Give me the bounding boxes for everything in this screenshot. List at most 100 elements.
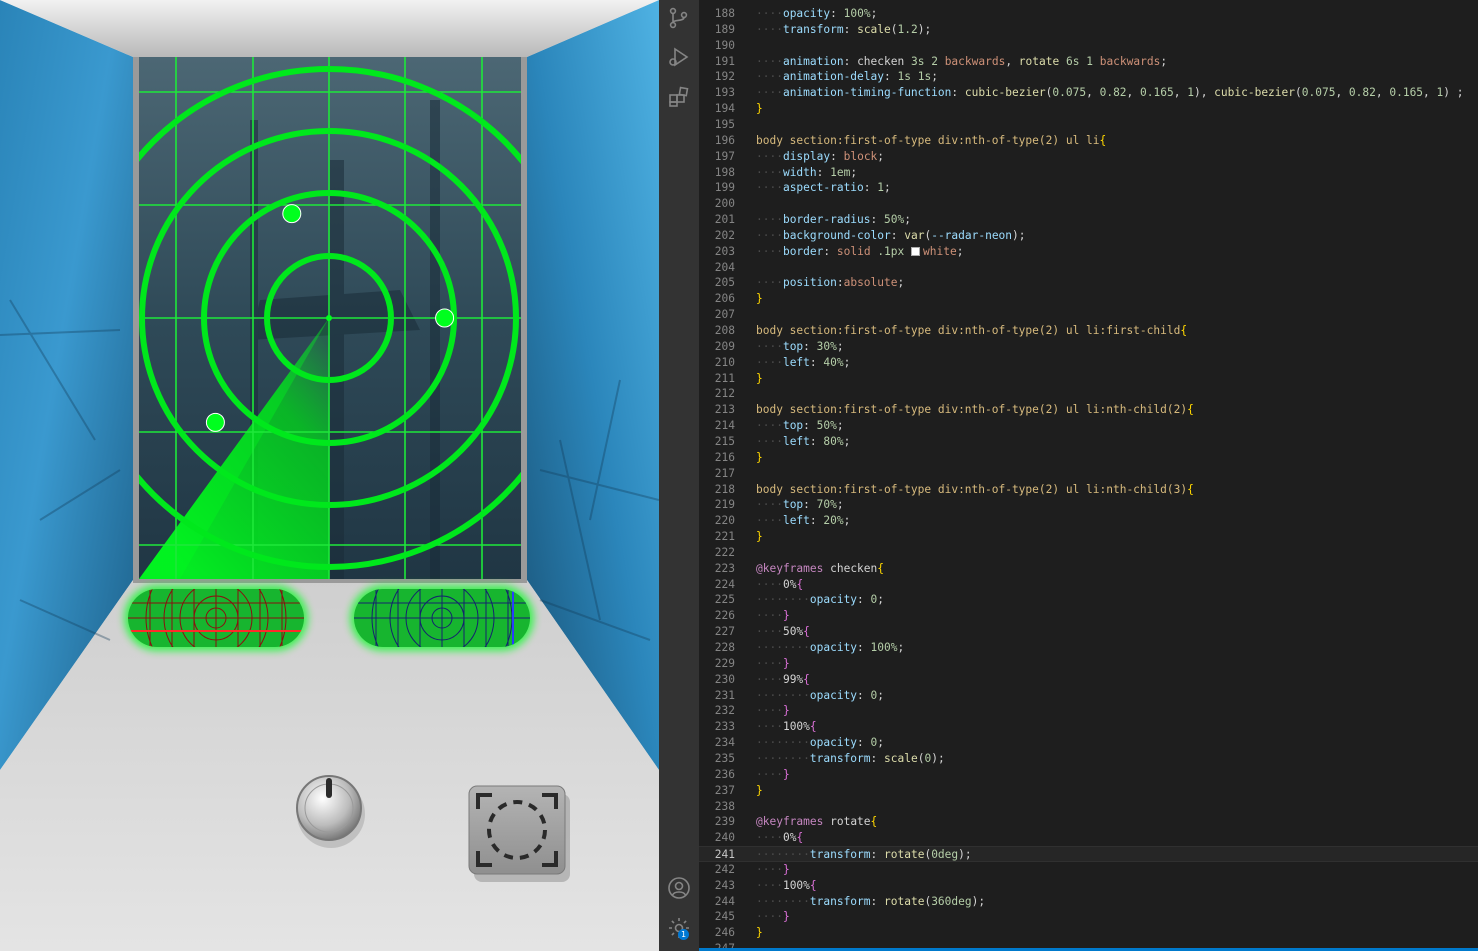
code-line[interactable]: 191 ····animation: checken 3s 2 backwards… bbox=[699, 54, 1478, 70]
code-line[interactable]: 235 ········transform: scale(0); bbox=[699, 751, 1478, 767]
line-source: ········opacity: 0; bbox=[756, 688, 885, 702]
code-line[interactable]: 189 ····transform: scale(1.2); bbox=[699, 22, 1478, 38]
code-line[interactable]: 243 ····100%{ bbox=[699, 878, 1478, 894]
line-number: 242 bbox=[714, 862, 735, 876]
code-line[interactable]: 204 bbox=[699, 260, 1478, 276]
code-line[interactable]: 219 ····top: 70%; bbox=[699, 497, 1478, 513]
code-line[interactable]: 224 ····0%{ bbox=[699, 577, 1478, 593]
code-line[interactable]: 194} bbox=[699, 101, 1478, 117]
browser-preview bbox=[0, 0, 659, 951]
line-source: body section:first-of-type div:nth-of-ty… bbox=[756, 324, 1188, 337]
line-number: 220 bbox=[714, 514, 735, 528]
code-line[interactable]: 208 body section:first-of-type div:nth-of… bbox=[699, 323, 1478, 339]
line-source: ········transform: rotate(360deg); bbox=[756, 894, 986, 908]
code-line[interactable]: 246} bbox=[699, 925, 1478, 941]
code-line[interactable]: 201 ····border-radius: 50%; bbox=[699, 212, 1478, 228]
code-line[interactable]: 232 ····} bbox=[699, 703, 1478, 719]
line-number: 229 bbox=[714, 656, 735, 670]
line-source: ········opacity: 0; bbox=[756, 593, 885, 607]
code-line[interactable]: 218 body section:first-of-type div:nth-of… bbox=[699, 482, 1478, 498]
code-line[interactable]: 238 bbox=[699, 799, 1478, 815]
code-line[interactable]: 241 ········transform: rotate(0deg); bbox=[699, 846, 1478, 863]
line-source: } bbox=[756, 102, 763, 116]
code-line[interactable]: 193 ····animation-timing-function: cubic-… bbox=[699, 85, 1478, 101]
code-line[interactable]: 192 ····animation-delay: 1s 1s; bbox=[699, 69, 1478, 85]
scan-button-icon[interactable] bbox=[468, 785, 570, 882]
line-source: body section:first-of-type div:nth-of-ty… bbox=[756, 133, 1107, 147]
line-number: 228 bbox=[714, 641, 735, 654]
code-line[interactable]: 240 ····0%{ bbox=[699, 830, 1478, 846]
code-pane[interactable]: 188 ····opacity: 100%; 189 ····transform: s… bbox=[699, 0, 1478, 951]
extensions-icon[interactable] bbox=[667, 85, 691, 109]
code-line[interactable]: 202 ····background-color: var(--radar-neo… bbox=[699, 228, 1478, 244]
code-line[interactable]: 221} bbox=[699, 529, 1478, 545]
line-source: } bbox=[756, 783, 763, 797]
code-line[interactable]: 190 bbox=[699, 38, 1478, 54]
code-line[interactable]: 236 ····} bbox=[699, 767, 1478, 783]
line-source: } bbox=[756, 292, 763, 306]
line-number: 207 bbox=[714, 308, 735, 322]
code-line[interactable]: 196 body section:first-of-type div:nth-of… bbox=[699, 133, 1478, 149]
code-line[interactable]: 237} bbox=[699, 783, 1478, 799]
source-control-icon[interactable] bbox=[667, 6, 691, 30]
code-editor: 1 188 ····opacity: 100%; 189 ····transform:… bbox=[659, 0, 1478, 951]
run-debug-icon[interactable] bbox=[667, 45, 691, 69]
code-line[interactable]: 228 ········opacity: 100%; bbox=[699, 640, 1478, 656]
line-number: 214 bbox=[714, 419, 735, 433]
code-line[interactable]: 244 ········transform: rotate(360deg); bbox=[699, 894, 1478, 910]
line-number: 216 bbox=[714, 450, 735, 464]
line-number: 188 bbox=[714, 7, 735, 20]
line-number: 201 bbox=[714, 213, 735, 227]
code-line[interactable]: 216} bbox=[699, 450, 1478, 466]
line-source: ····display: block; bbox=[756, 149, 885, 163]
code-line[interactable]: 197 ····display: block; bbox=[699, 149, 1478, 165]
code-line[interactable]: 230 ····99%{ bbox=[699, 672, 1478, 688]
manage-gear-icon[interactable]: 1 bbox=[667, 916, 691, 940]
line-number: 192 bbox=[714, 70, 735, 84]
line-source: ····left: 80%; bbox=[756, 434, 851, 448]
code-line[interactable]: 239 @keyframes rotate{ bbox=[699, 814, 1478, 830]
line-source: ····opacity: 100%; bbox=[756, 7, 878, 20]
code-line[interactable]: 210 ····left: 40%; bbox=[699, 355, 1478, 371]
code-line[interactable]: 188 ····opacity: 100%; bbox=[699, 6, 1478, 22]
line-number: 189 bbox=[714, 22, 735, 36]
code-line[interactable]: 203 ····border: solid .1px white; bbox=[699, 244, 1478, 260]
code-line[interactable]: 223 @keyframes checken{ bbox=[699, 561, 1478, 577]
code-line[interactable]: 231 ········opacity: 0; bbox=[699, 688, 1478, 704]
code-line[interactable]: 225 ········opacity: 0; bbox=[699, 592, 1478, 608]
code-line[interactable]: 233 ····100%{ bbox=[699, 719, 1478, 735]
code-line[interactable]: 200 bbox=[699, 196, 1478, 212]
code-line[interactable]: 242 ····} bbox=[699, 862, 1478, 878]
code-line[interactable]: 217 bbox=[699, 466, 1478, 482]
code-line[interactable]: 214 ····top: 50%; bbox=[699, 418, 1478, 434]
line-number: 243 bbox=[714, 878, 735, 892]
code-line[interactable]: 245 ····} bbox=[699, 909, 1478, 925]
line-source: ········opacity: 100%; bbox=[756, 641, 905, 654]
code-line[interactable]: 215 ····left: 80%; bbox=[699, 434, 1478, 450]
accounts-icon[interactable] bbox=[667, 876, 691, 900]
code-line[interactable]: 227 ····50%{ bbox=[699, 624, 1478, 640]
code-line[interactable]: 205 ····position:absolute; bbox=[699, 275, 1478, 291]
code-line[interactable]: 211} bbox=[699, 371, 1478, 387]
code-line[interactable]: 212 bbox=[699, 386, 1478, 402]
code-line[interactable]: 195 bbox=[699, 117, 1478, 133]
line-number: 245 bbox=[714, 910, 735, 924]
code-line[interactable]: 199 ····aspect-ratio: 1; bbox=[699, 180, 1478, 196]
line-number: 237 bbox=[714, 783, 735, 797]
line-source: ····top: 70%; bbox=[756, 498, 844, 512]
line-number: 193 bbox=[714, 86, 735, 100]
line-source: ········transform: scale(0); bbox=[756, 751, 945, 765]
code-line[interactable]: 206} bbox=[699, 291, 1478, 307]
code-line[interactable]: 209 ····top: 30%; bbox=[699, 339, 1478, 355]
code-line[interactable]: 198 ····width: 1em; bbox=[699, 165, 1478, 181]
code-line[interactable]: 229 ····} bbox=[699, 656, 1478, 672]
code-line[interactable]: 207 bbox=[699, 307, 1478, 323]
line-number: 200 bbox=[714, 197, 735, 211]
code-line[interactable]: 213 body section:first-of-type div:nth-of… bbox=[699, 402, 1478, 418]
code-line[interactable]: 222 bbox=[699, 545, 1478, 561]
line-source: } bbox=[756, 926, 763, 940]
code-line[interactable]: 220 ····left: 20%; bbox=[699, 513, 1478, 529]
code-line[interactable]: 234 ········opacity: 0; bbox=[699, 735, 1478, 751]
line-number: 232 bbox=[714, 704, 735, 718]
code-line[interactable]: 226 ····} bbox=[699, 608, 1478, 624]
